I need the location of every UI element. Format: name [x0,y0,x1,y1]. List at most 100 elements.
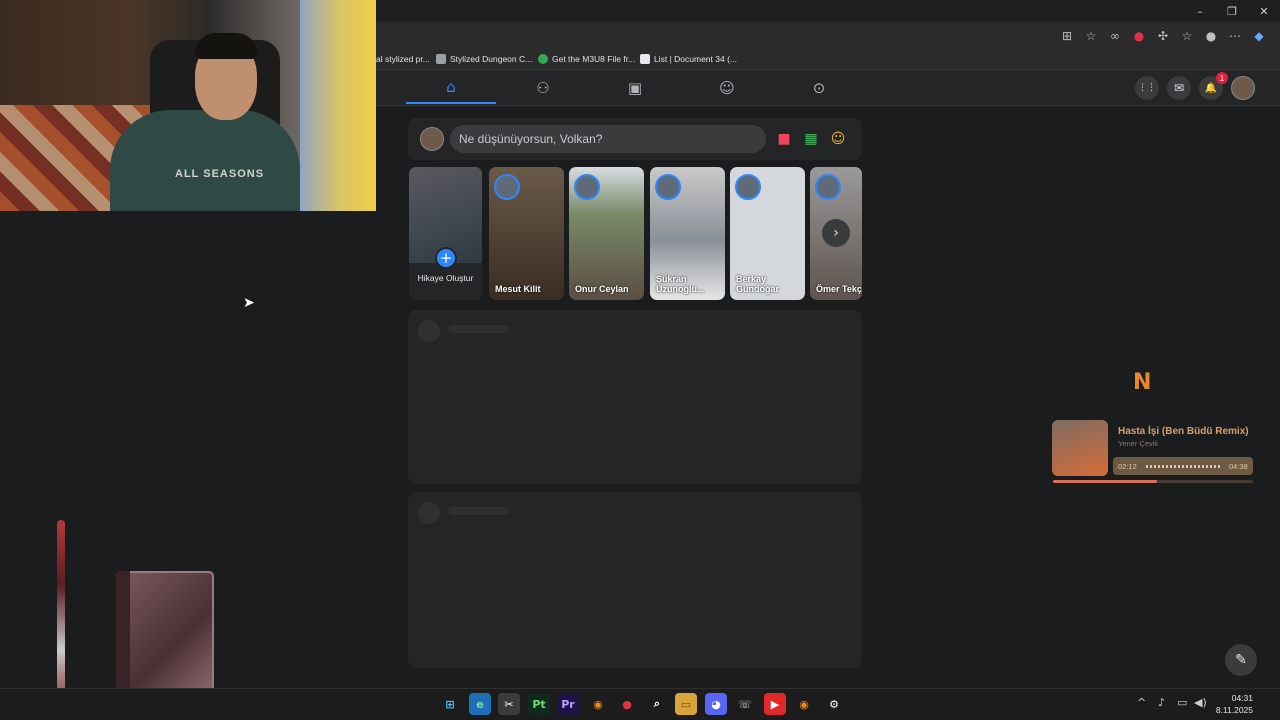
tab-watch[interactable]: ▣ [590,72,680,104]
stories-next-button[interactable]: › [822,219,850,247]
story-author: Onur Ceylan [575,284,629,294]
smiley-icon: ☺ [830,131,846,147]
photo-icon: ▦ [804,131,818,147]
shirt-text: ALL SEASONS [175,168,265,180]
link-icon [436,54,446,64]
story-avatar [735,174,761,200]
story-card[interactable]: Berkay Gündoğar [730,167,805,300]
webcam-person-hair [195,33,257,59]
live-video-button[interactable]: ■ [774,129,794,149]
book-spine [116,571,130,697]
chevron-right-icon: › [833,225,839,241]
messenger-icon: ✉ [1173,81,1185,95]
bookmark-item[interactable]: List | Document 34 (... [640,51,737,67]
add-story-button[interactable]: + [435,247,457,269]
grid-menu-icon: ⋮⋮ [1138,83,1156,93]
menu-button[interactable]: ⋮⋮ [1135,76,1159,100]
skeleton-line [448,325,508,333]
taskbar-discord-icon[interactable]: ◕ [705,693,727,715]
create-story-label: Hikaye Oluştur [417,273,474,283]
track-progress-fill [1053,480,1157,483]
live-video-icon: ■ [777,131,791,147]
taskbar-whatsapp-icon[interactable]: ☏ [734,693,756,715]
edit-icon: ✎ [1235,652,1247,668]
taskbar-youtube-icon[interactable]: ▶ [764,693,786,715]
tab-home[interactable]: ⌂ [406,72,496,104]
webcam-overlay: ALL SEASONS [0,0,376,211]
story-author: Şükran Uzunoğlu... [656,274,705,294]
favorite-star-icon[interactable]: ☆ [1082,27,1100,45]
taskbar-edge-icon[interactable]: e [469,693,491,715]
feeling-button[interactable]: ☺ [828,129,848,149]
story-author: Mesut Kilit [495,284,541,294]
profile-icon[interactable]: ● [1202,27,1220,45]
story-card[interactable]: Mesut Kilit [489,167,564,300]
story-avatar [655,174,681,200]
window-controls: – ❐ ✕ [1184,0,1280,22]
tab-friends[interactable]: ⚇ [498,72,588,104]
bookmark-item[interactable]: Get the M3U8 File fr... [538,51,635,67]
check-icon [538,54,548,64]
album-art [1052,420,1108,476]
bookmark-item[interactable]: Stylized Dungeon C... [436,51,532,67]
taskbar-file-explorer-icon[interactable]: ▭ [675,693,697,715]
microphone-icon[interactable]: ♪ [1158,696,1165,709]
new-message-button[interactable]: ✎ [1225,644,1257,676]
clock-date[interactable]: 8.11.2025 [1203,705,1253,715]
taskbar [0,688,1280,720]
story-author: Berkay Gündoğar [736,274,779,294]
track-artist: Yener Çevik [1118,439,1159,448]
skeleton-avatar [418,320,440,342]
taskbar-windows-start-icon[interactable]: ⊞ [439,693,461,715]
minimize-button[interactable]: – [1184,0,1216,22]
messenger-button[interactable]: ✉ [1167,76,1191,100]
sword-decoration [57,520,65,715]
taskbar-search-app-icon[interactable]: ⌕ [646,693,668,715]
story-card[interactable]: Şükran Uzunoğlu... [650,167,725,300]
favorites-icon[interactable]: ☆ [1178,27,1196,45]
photo-button[interactable]: ▦ [801,129,821,149]
taskbar-painter-icon[interactable]: Pt [528,693,550,715]
bell-icon: 🔔 [1204,82,1218,94]
story-author: Ömer Tekçe [816,284,862,294]
groups-icon: ☺ [719,79,735,97]
tray-overflow-icon[interactable]: ^ [1137,696,1146,709]
webcam-curtain [300,0,376,211]
account-avatar[interactable] [1231,76,1255,100]
loading-post-card [408,310,862,484]
composer-input[interactable]: Ne düşünüyorsun, Volkan? [450,125,766,153]
tab-gaming[interactable]: ⊙ [774,72,864,104]
book-decoration [116,571,214,697]
clock-time[interactable]: 04:31 [1213,693,1253,703]
bookmark-item[interactable]: al stylized pr... [376,51,430,67]
mouse-cursor-icon: ➤ [243,295,255,311]
tab-groups[interactable]: ☺ [682,72,772,104]
apps-icon[interactable]: ⊞ [1058,27,1076,45]
track-elapsed: 02:12 [1118,462,1137,471]
composer-avatar[interactable] [420,127,444,151]
skeleton-line [448,507,508,515]
taskbar-blender-2-icon[interactable]: ◉ [793,693,815,715]
network-icon[interactable]: ▭ [1177,696,1187,709]
maximize-button[interactable]: ❐ [1216,0,1248,22]
story-card[interactable]: Onur Ceylan [569,167,644,300]
copilot-icon[interactable]: ◆ [1250,27,1268,45]
notification-badge: 1 [1216,72,1228,84]
track-total: 04:38 [1229,462,1248,471]
more-icon[interactable]: ⋯ [1226,27,1244,45]
story-avatar [815,174,841,200]
extensions-icon[interactable]: ✣ [1154,27,1172,45]
extension-red-icon[interactable]: ● [1130,27,1148,45]
taskbar-snipping-icon[interactable]: ✂ [498,693,520,715]
extension-glasses-icon[interactable]: ∞ [1106,27,1124,45]
loading-post-card [408,492,862,668]
taskbar-settings-icon[interactable]: ⚙ [823,693,845,715]
taskbar-premiere-icon[interactable]: Pr [557,693,579,715]
close-button[interactable]: ✕ [1248,0,1280,22]
taskbar-blender-icon[interactable]: ◉ [587,693,609,715]
doc-icon [640,54,650,64]
skeleton-avatar [418,502,440,524]
friends-icon: ⚇ [536,79,550,97]
taskbar-record-icon[interactable]: ● [616,693,638,715]
music-logo-icon: N [1133,370,1152,395]
